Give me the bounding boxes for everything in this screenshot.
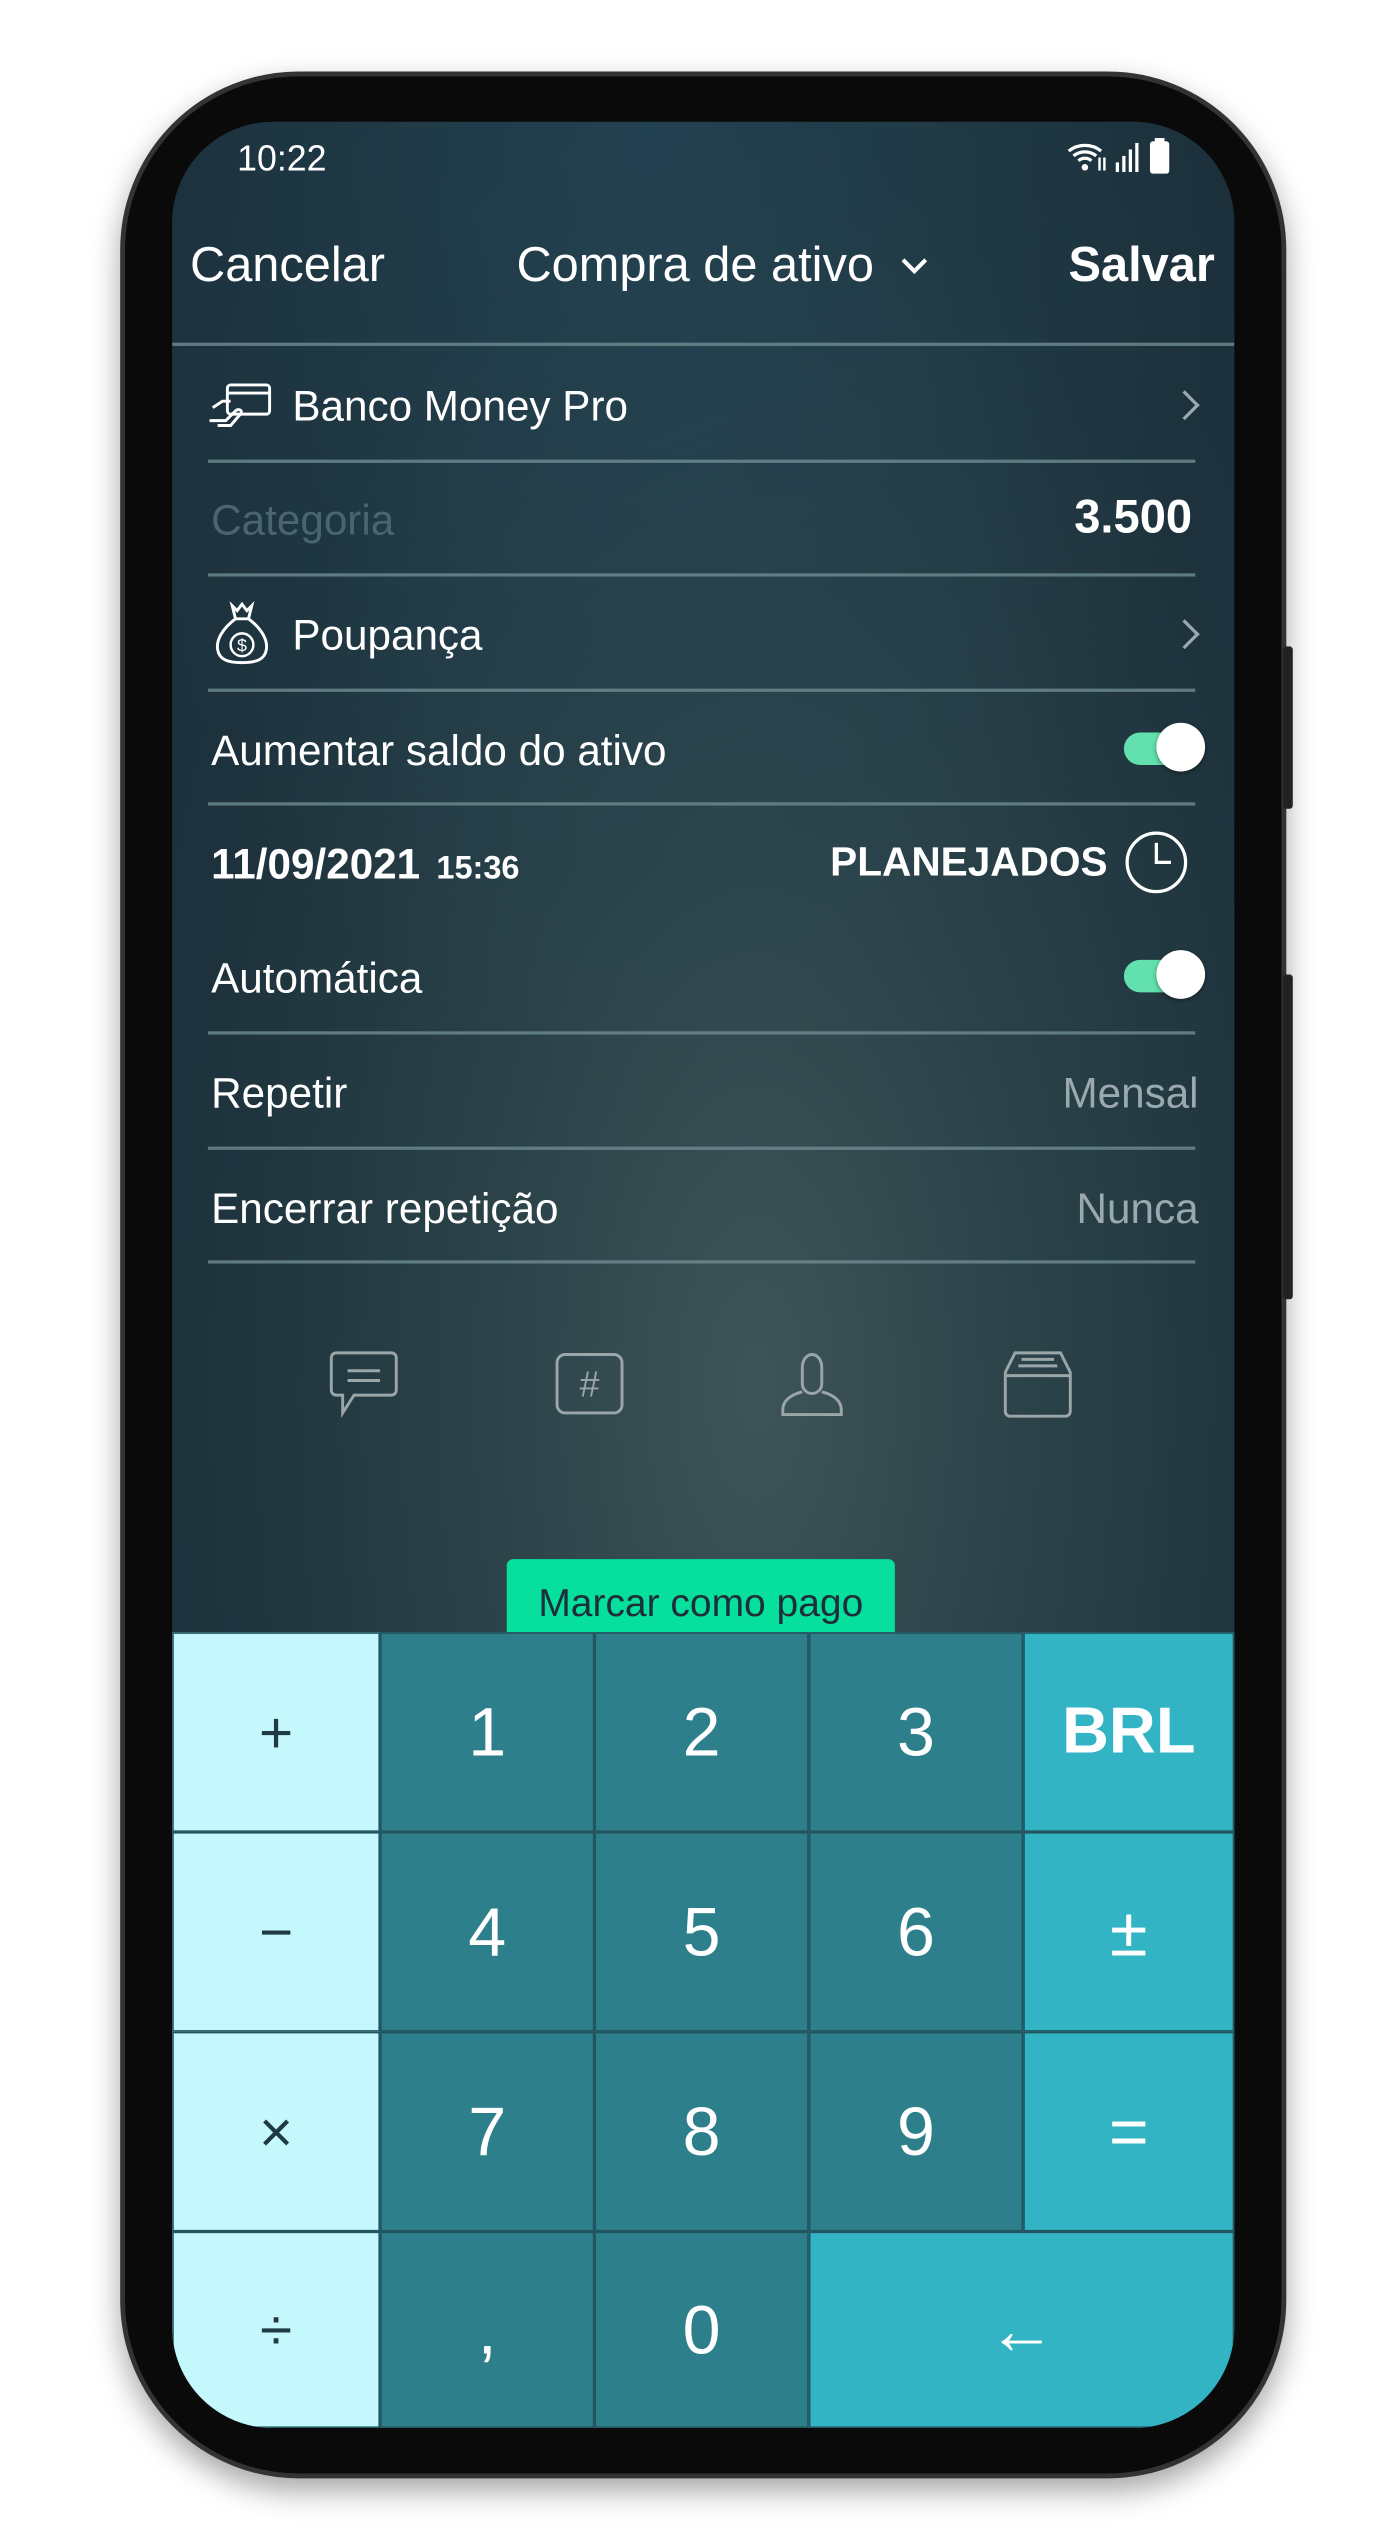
key-0[interactable]: 0 <box>594 2231 809 2429</box>
account-label: Banco Money Pro <box>292 381 628 431</box>
divider <box>207 802 1196 806</box>
key-plus[interactable]: + <box>172 1632 381 1832</box>
key-6[interactable]: 6 <box>808 1831 1024 2032</box>
category-placeholder[interactable]: Categoria <box>211 495 394 545</box>
key-4[interactable]: 4 <box>380 1831 595 2032</box>
status-icons <box>1065 138 1170 174</box>
signal-icon <box>1115 142 1139 173</box>
key-3[interactable]: 3 <box>808 1632 1024 1832</box>
chevron-down-icon <box>901 258 928 275</box>
time-value: 15:36 <box>436 851 520 887</box>
planned-label: PLANEJADOS <box>830 838 1108 885</box>
asset-label: Poupança <box>292 610 483 660</box>
repeat-value: Mensal <box>1062 1068 1199 1118</box>
power-button <box>1283 974 1293 1300</box>
repeat-row[interactable]: Repetir Mensal <box>172 1036 1234 1146</box>
date-time-field[interactable]: 11/09/2021 15:36 <box>211 840 519 890</box>
divider <box>207 1031 1196 1035</box>
key-1[interactable]: 1 <box>380 1632 595 1832</box>
key-5[interactable]: 5 <box>594 1831 809 2032</box>
chevron-right-icon <box>1169 619 1200 650</box>
person-icon[interactable] <box>776 1348 847 1419</box>
inbox-icon[interactable] <box>1002 1348 1073 1419</box>
divider <box>207 688 1196 692</box>
transaction-type-dropdown[interactable]: Compra de ativo <box>516 239 929 294</box>
end-repeat-value: Nunca <box>1076 1183 1199 1233</box>
status-time: 10:22 <box>237 138 327 179</box>
key-8[interactable]: 8 <box>594 2031 809 2232</box>
divider <box>172 342 1235 346</box>
key-minus[interactable]: − <box>172 1831 381 2032</box>
mark-as-paid-button[interactable]: Marcar como pago <box>506 1559 895 1634</box>
asset-row[interactable]: $ Poupança <box>172 578 1234 688</box>
chevron-right-icon <box>1169 390 1200 421</box>
backspace-key[interactable]: ← <box>808 2231 1235 2429</box>
transaction-type-label: Compra de ativo <box>516 238 874 293</box>
currency-key[interactable]: BRL <box>1023 1632 1235 1832</box>
divider <box>207 1146 1196 1150</box>
key-7[interactable]: 7 <box>380 2031 595 2232</box>
date-value: 11/09/2021 <box>211 839 421 889</box>
key-divide[interactable]: ÷ <box>172 2231 381 2429</box>
end-repeat-row[interactable]: Encerrar repetição Nunca <box>172 1151 1234 1261</box>
increase-balance-label: Aumentar saldo do ativo <box>211 725 667 775</box>
divider <box>207 573 1196 577</box>
key-plus-minus[interactable]: ± <box>1023 1831 1235 2032</box>
end-repeat-label: Encerrar repetição <box>211 1183 559 1233</box>
calculator-keypad: + 1 2 3 BRL − 4 5 6 ± × 7 8 9 = ÷ , 0 ← <box>172 1632 1235 2429</box>
increase-balance-toggle[interactable] <box>1123 722 1206 772</box>
comment-icon[interactable] <box>328 1348 399 1419</box>
battery-icon <box>1149 138 1170 174</box>
key-equals[interactable]: = <box>1023 2031 1235 2232</box>
divider <box>207 1260 1196 1264</box>
cancel-button[interactable]: Cancelar <box>190 239 385 294</box>
account-row[interactable]: Banco Money Pro <box>172 349 1234 459</box>
automatic-label: Automática <box>211 953 423 1003</box>
money-bag-icon: $ <box>215 601 269 665</box>
save-button[interactable]: Salvar <box>1069 239 1215 294</box>
key-comma[interactable]: , <box>380 2231 595 2429</box>
clock-icon <box>1125 831 1188 894</box>
svg-text:$: $ <box>237 635 247 655</box>
svg-text:#: # <box>580 1365 600 1405</box>
wifi-icon <box>1067 143 1106 171</box>
hashtag-icon[interactable]: # <box>554 1348 625 1419</box>
key-2[interactable]: 2 <box>594 1632 809 1832</box>
volume-button <box>1283 646 1293 809</box>
key-multiply[interactable]: × <box>172 2031 381 2232</box>
category-row[interactable]: Categoria 3.500 <box>172 463 1234 573</box>
card-hand-icon <box>209 383 272 427</box>
planned-button[interactable]: PLANEJADOS <box>830 830 1189 895</box>
app-screen: 10:22 Cancelar Compra de ativo Salvar Ba… <box>172 121 1235 2429</box>
key-9[interactable]: 9 <box>808 2031 1024 2232</box>
automatic-toggle[interactable] <box>1123 950 1206 999</box>
amount-display: 3.500 <box>1074 492 1193 545</box>
repeat-label: Repetir <box>211 1068 348 1118</box>
